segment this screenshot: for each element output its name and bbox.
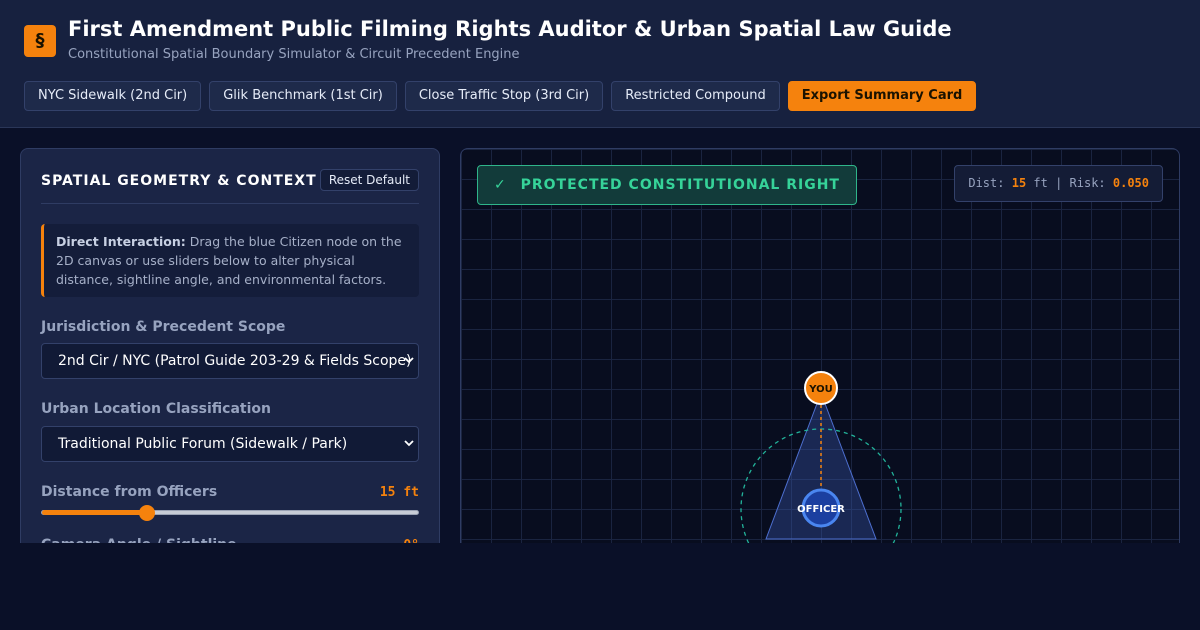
scene-svg: YOU OFFICER — [740, 371, 902, 567]
citizen-label: YOU — [808, 384, 833, 395]
dist-unit-risk-label: ft | Risk: — [1026, 176, 1113, 190]
jurisdiction-label: Jurisdiction & Precedent Scope — [41, 319, 286, 335]
app-header: § First Amendment Public Filming Rights … — [0, 0, 1200, 128]
jurisdiction-select[interactable]: 2nd Cir / NYC (Patrol Guide 203-29 & Fie… — [41, 343, 419, 379]
chevron-down-icon — [404, 427, 414, 474]
chevron-down-icon — [404, 344, 414, 391]
export-summary-card-button[interactable]: Export Summary Card — [787, 81, 977, 111]
reset-default-button[interactable]: Reset Default — [319, 169, 419, 191]
preset-nyc-sidewalk-button[interactable]: NYC Sidewalk (2nd Cir) — [24, 81, 202, 111]
instruction-callout: Direct Interaction: Drag the blue Citize… — [41, 224, 419, 297]
preset-close-traffic-stop-button[interactable]: Close Traffic Stop (3rd Cir) — [404, 81, 604, 111]
spatial-geometry-panel: SPATIAL GEOMETRY & CONTEXT Reset Default… — [20, 148, 440, 568]
distance-risk-readout: Dist: 15 ft | Risk: 0.050 — [954, 165, 1163, 202]
preset-restricted-compound-button[interactable]: Restricted Compound — [611, 81, 780, 111]
location-selected-value: Traditional Public Forum (Sidewalk / Par… — [58, 436, 348, 452]
page-subtitle: Constitutional Spatial Boundary Simulato… — [68, 47, 520, 62]
distance-slider[interactable] — [41, 505, 419, 521]
status-badge: ✓ PROTECTED CONSTITUTIONAL RIGHT — [477, 165, 857, 205]
distance-label: Distance from Officers — [41, 484, 218, 500]
section-sign-icon: § — [24, 25, 56, 57]
location-label: Urban Location Classification — [41, 401, 272, 417]
panel-title: SPATIAL GEOMETRY & CONTEXT — [41, 173, 317, 189]
dist-label: Dist: — [968, 176, 1012, 190]
instruction-heading: Direct Interaction: — [56, 234, 186, 249]
panel-divider — [41, 203, 419, 204]
spatial-canvas[interactable]: YOU OFFICER ✓ PROTECTED CONSTITUTIONAL R… — [460, 148, 1180, 568]
distance-slider-fill — [42, 510, 148, 515]
status-text: PROTECTED CONSTITUTIONAL RIGHT — [520, 177, 840, 193]
viewport-cutoff — [0, 543, 1200, 630]
officer-label: OFFICER — [797, 504, 845, 515]
distance-value: 15 ft — [379, 485, 419, 500]
checkmark-icon: ✓ — [494, 177, 507, 193]
risk-value: 0.050 — [1112, 176, 1149, 190]
jurisdiction-selected-value: 2nd Cir / NYC (Patrol Guide 203-29 & Fie… — [58, 353, 412, 369]
location-select[interactable]: Traditional Public Forum (Sidewalk / Par… — [41, 426, 419, 462]
distance-slider-thumb[interactable] — [139, 505, 156, 521]
preset-bar: NYC Sidewalk (2nd Cir) Glik Benchmark (1… — [24, 81, 977, 111]
preset-glik-benchmark-button[interactable]: Glik Benchmark (1st Cir) — [209, 81, 397, 111]
page-title: First Amendment Public Filming Rights Au… — [68, 17, 952, 41]
dist-value: 15 — [1011, 176, 1027, 190]
